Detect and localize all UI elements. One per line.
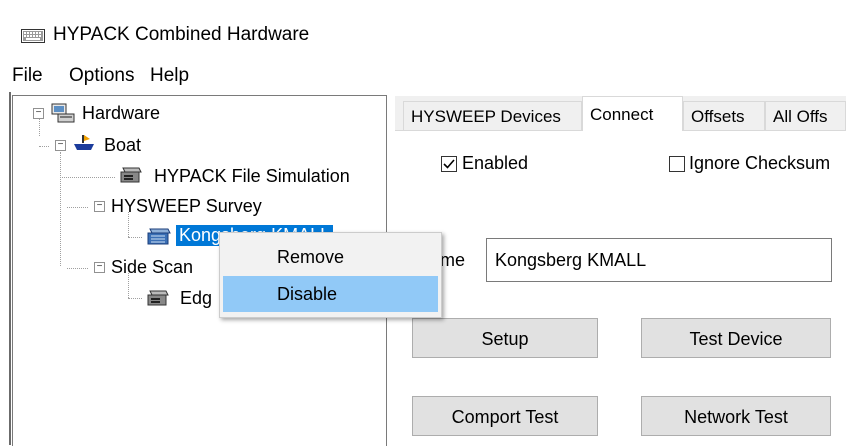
app-keyboard-icon [21, 29, 45, 43]
tree-node-file-simulation[interactable]: HYPACK File Simulation [154, 166, 350, 187]
device-icon [120, 167, 142, 183]
context-menu-remove[interactable]: Remove [223, 239, 438, 275]
collapse-icon[interactable]: − [94, 262, 105, 273]
tree-connector [67, 268, 88, 269]
tree-connector [39, 118, 40, 136]
comport-test-button[interactable]: Comport Test [412, 396, 598, 436]
enabled-checkbox[interactable] [441, 156, 457, 172]
collapse-icon[interactable]: − [94, 201, 105, 212]
enabled-label: Enabled [462, 153, 529, 173]
menu-help[interactable]: Help [150, 65, 189, 87]
tab-all-offsets[interactable]: All Offs [765, 101, 846, 130]
collapse-icon[interactable]: − [33, 108, 44, 119]
tree-node-side-scan[interactable]: Side Scan [111, 257, 193, 278]
tree-connector [39, 146, 49, 147]
tree-node-edge[interactable]: Edg [180, 288, 212, 309]
multibeam-device-icon [147, 228, 171, 245]
menu-file[interactable]: File [12, 65, 43, 87]
tree-node-hysweep-survey[interactable]: HYSWEEP Survey [111, 196, 262, 217]
collapse-icon[interactable]: − [55, 140, 66, 151]
context-menu-remove-label: Remove [277, 247, 345, 267]
boat-icon [74, 135, 94, 150]
network-test-button[interactable]: Network Test [641, 396, 831, 436]
window-title: HYPACK Combined Hardware [53, 24, 310, 45]
tab-connect[interactable]: Connect [582, 96, 683, 131]
test-device-button[interactable]: Test Device [641, 318, 831, 358]
tree-node-hardware[interactable]: Hardware [82, 103, 160, 124]
tree-connector [60, 177, 115, 178]
tree-connector [128, 237, 142, 238]
tree-connector [67, 207, 88, 208]
setup-button[interactable]: Setup [412, 318, 598, 358]
tree-connector [60, 152, 61, 266]
ignore-checksum-checkbox[interactable] [669, 156, 685, 172]
menu-options[interactable]: Options [69, 65, 134, 87]
hardware-icon [51, 103, 75, 123]
name-input[interactable]: Kongsberg KMALL [486, 238, 832, 282]
context-menu-disable-label: Disable [277, 284, 338, 304]
context-menu: Remove Disable [219, 232, 442, 318]
tree-node-boat[interactable]: Boat [104, 135, 141, 156]
device-icon [147, 290, 169, 306]
menu-bar [9, 60, 846, 92]
tree-connector [128, 298, 142, 299]
ignore-checksum-label: Ignore Checksum [689, 153, 831, 173]
checkmark-icon [443, 159, 455, 169]
tab-offsets[interactable]: Offsets [683, 101, 765, 130]
tab-hysweep-devices[interactable]: HYSWEEP Devices [403, 101, 582, 130]
context-menu-disable[interactable]: Disable [223, 276, 438, 312]
